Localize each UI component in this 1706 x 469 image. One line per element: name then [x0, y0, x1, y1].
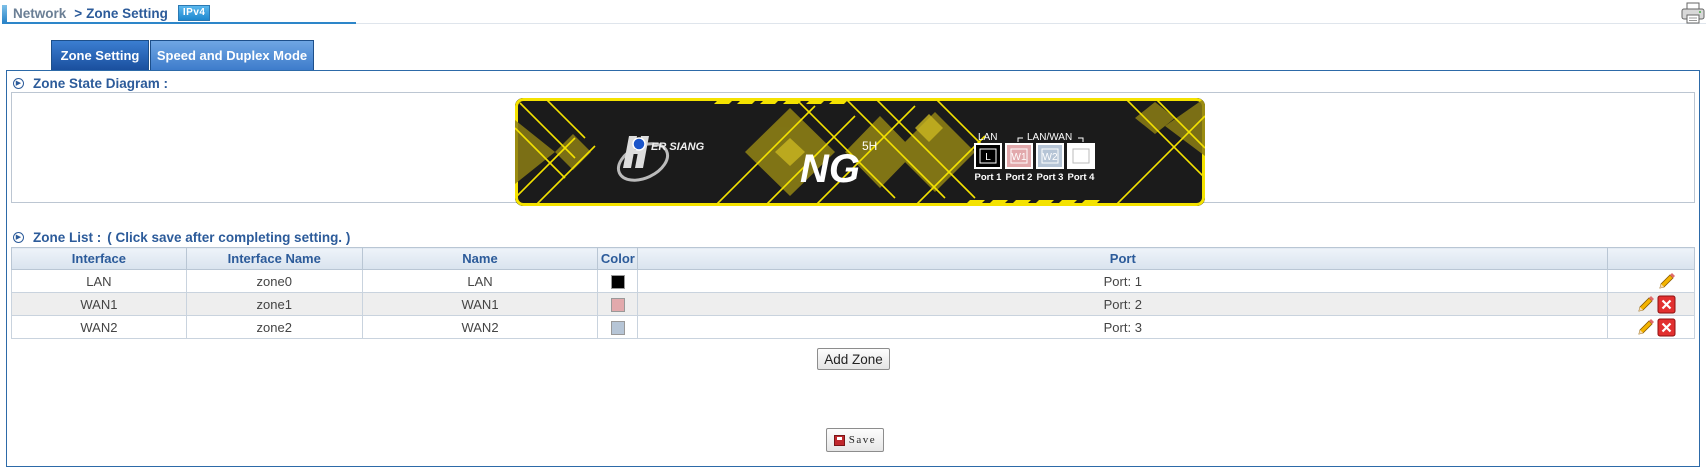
cell-color	[597, 269, 639, 293]
svg-text:5H: 5H	[862, 139, 877, 153]
column-header: Color	[597, 247, 639, 270]
cell-interface-name: zone1	[185, 292, 363, 316]
header-divider	[356, 23, 1706, 24]
breadcrumb: Network > Zone Setting IPv4	[2, 3, 211, 23]
svg-text:NG: NG	[800, 147, 860, 191]
cell-interface: LAN	[11, 269, 187, 293]
breadcrumb-underline	[2, 22, 356, 24]
column-header: Port	[637, 247, 1609, 270]
zone-list-hint: ( Click save after completing setting. )	[107, 230, 351, 245]
port-label: Port 3	[1037, 172, 1064, 183]
printer-icon[interactable]	[1681, 2, 1705, 24]
cell-interface: WAN2	[11, 315, 187, 339]
tab-zone-setting[interactable]: Zone Setting	[51, 40, 149, 70]
cell-color	[597, 315, 639, 339]
cell-actions	[1607, 292, 1695, 316]
edit-pencil-icon[interactable]	[1636, 295, 1655, 314]
color-swatch	[610, 274, 625, 289]
edit-pencil-icon[interactable]	[1636, 318, 1655, 337]
cell-name: LAN	[361, 269, 599, 293]
save-button[interactable]: Save	[826, 428, 884, 452]
breadcrumb-current: Zone Setting	[86, 5, 168, 21]
column-header	[1607, 247, 1695, 270]
cell-name: WAN2	[361, 315, 599, 339]
cell-name: WAN1	[361, 292, 599, 316]
zone-list-header: ▶ Zone List : ( Click save after complet…	[13, 230, 350, 245]
table-row: WAN2 zone2 WAN2 Port: 3	[11, 315, 1695, 339]
column-header: Interface	[11, 247, 187, 270]
table-row: LAN zone0 LAN Port: 1	[11, 269, 1695, 293]
cell-port: Port: 1	[637, 269, 1609, 293]
section-arrow-icon: ▶	[13, 232, 24, 243]
table-header-row: Interface Interface Name Name Color Port	[11, 247, 1695, 270]
color-swatch	[610, 320, 625, 335]
cell-interface-name: zone2	[185, 315, 363, 339]
device-port: L Port 1	[974, 143, 1003, 183]
breadcrumb-separator: >	[74, 5, 83, 21]
zone-state-diagram-header: ▶ Zone State Diagram :	[13, 76, 168, 91]
breadcrumb-marker	[2, 4, 7, 22]
device-front-panel: ER SIANG NG 5H LAN LAN/WAN L Port 1 W1 Port…	[515, 98, 1205, 206]
cell-interface: WAN1	[11, 292, 187, 316]
port-tag: W2	[1043, 152, 1058, 163]
port-label: Port 4	[1068, 172, 1096, 183]
lanwan-group-label: LAN/WAN	[1027, 132, 1072, 143]
floppy-disk-icon	[833, 434, 845, 446]
port-tag: W1	[1012, 152, 1027, 163]
delete-icon[interactable]	[1657, 318, 1676, 337]
cell-actions	[1607, 315, 1695, 339]
lan-group-label: LAN	[978, 132, 997, 143]
zone-state-diagram: ER SIANG NG 5H LAN LAN/WAN L Port 1 W1 Port…	[11, 92, 1695, 206]
zone-list-table: Interface Interface Name Name Color Port…	[11, 247, 1695, 339]
port-tag: L	[985, 152, 991, 163]
breadcrumb-root[interactable]: Network	[13, 6, 66, 21]
device-port: W1 Port 2	[1005, 143, 1033, 183]
add-zone-button[interactable]: Add Zone	[817, 348, 890, 370]
brand-logo-text: ER SIANG	[651, 141, 705, 153]
tab-speed-duplex[interactable]: Speed and Duplex Mode	[150, 40, 314, 70]
device-port: W2 Port 3	[1036, 143, 1064, 183]
cell-actions	[1607, 269, 1695, 293]
cell-port: Port: 2	[637, 292, 1609, 316]
zone-list-title: Zone List :	[33, 230, 102, 245]
ipv4-badge: IPv4	[177, 5, 211, 21]
cell-port: Port: 3	[637, 315, 1609, 339]
color-swatch	[610, 297, 625, 312]
delete-icon[interactable]	[1657, 295, 1676, 314]
port-label: Port 1	[975, 172, 1003, 183]
port-label: Port 2	[1006, 172, 1033, 183]
edit-pencil-icon[interactable]	[1657, 272, 1676, 291]
content-panel: ▶ Zone State Diagram : ER SIANG NG 5H LA…	[6, 70, 1700, 467]
save-label: Save	[848, 434, 877, 446]
device-port: Port 4	[1067, 143, 1096, 183]
table-row: WAN1 zone1 WAN1 Port: 2	[11, 292, 1695, 316]
column-header: Name	[361, 247, 599, 270]
cell-color	[597, 292, 639, 316]
column-header: Interface Name	[185, 247, 363, 270]
cell-interface-name: zone0	[185, 269, 363, 293]
section-arrow-icon: ▶	[13, 78, 24, 89]
zone-state-diagram-title: Zone State Diagram :	[33, 76, 169, 91]
